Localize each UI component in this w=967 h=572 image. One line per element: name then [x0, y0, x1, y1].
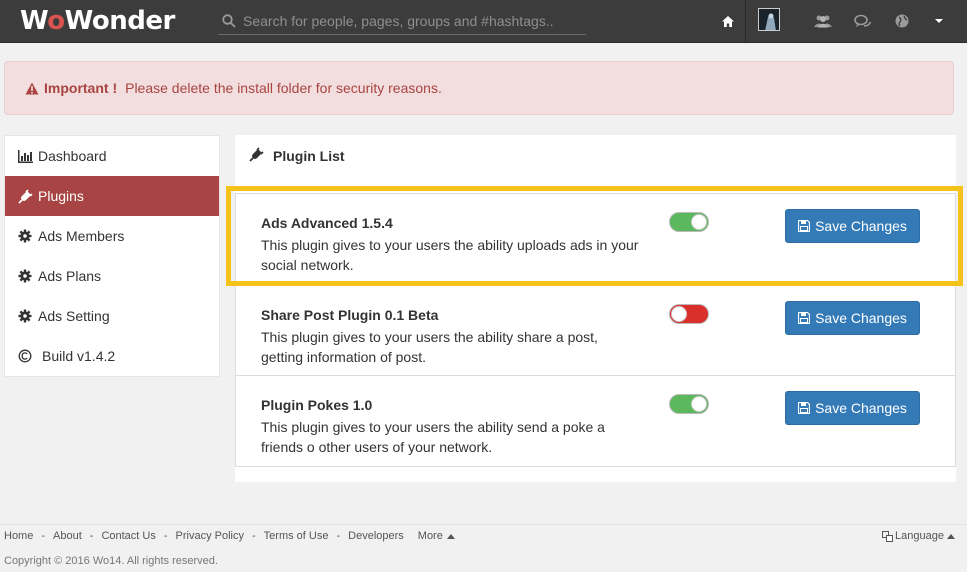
floppy-disk-icon: [798, 402, 811, 414]
top-navbar: WoWonder: [0, 0, 967, 43]
sidebar-item-ads-members[interactable]: Ads Members: [5, 216, 219, 256]
search-input[interactable]: [243, 13, 573, 29]
sidebar-item-plugins[interactable]: Plugins: [5, 176, 219, 216]
sidebar-item-label: Ads Setting: [38, 308, 110, 324]
plugin-name: Share Post Plugin 0.1 Beta: [261, 307, 439, 323]
logo-letter-w: W: [20, 6, 48, 36]
footer-link-developers[interactable]: Developers: [348, 530, 404, 542]
save-changes-label: Save Changes: [815, 218, 907, 234]
alert-title: Important !: [44, 80, 118, 96]
save-changes-button[interactable]: Save Changes: [785, 301, 920, 335]
language-label: Language: [895, 530, 944, 542]
caret-down-icon[interactable]: [928, 10, 950, 32]
plugin-name: Plugin Pokes 1.0: [261, 397, 373, 413]
plugin-card: Ads Advanced 1.5.4 This plugin gives to …: [235, 193, 956, 285]
footer-link-about[interactable]: About: [53, 530, 82, 542]
footer-divider: [0, 524, 967, 525]
footer-separator: -: [252, 530, 256, 542]
caret-up-icon: [946, 533, 955, 539]
security-alert: Important ! Please delete the install fo…: [4, 61, 954, 115]
warning-icon: [25, 82, 39, 94]
save-changes-label: Save Changes: [815, 310, 907, 326]
plugin-card: Share Post Plugin 0.1 Beta This plugin g…: [235, 285, 956, 377]
sidebar-item-label: Dashboard: [38, 148, 107, 164]
plugin-description: This plugin gives to your users the abil…: [261, 419, 605, 455]
floppy-disk-icon: [798, 312, 811, 324]
chat-icon[interactable]: [852, 10, 874, 32]
toggle-knob: [671, 306, 687, 322]
page-title: Plugin List: [249, 147, 345, 165]
language-selector[interactable]: Language: [882, 530, 955, 542]
search-icon: [222, 14, 236, 28]
sidebar-item-label: Plugins: [38, 188, 84, 204]
sidebar-item-label: Build v1.4.2: [42, 348, 116, 364]
logo-word-wonder: Wonder: [64, 6, 176, 36]
floppy-disk-icon: [798, 220, 811, 232]
language-icon: [882, 530, 893, 542]
plugin-list-panel: Plugin List Ads Advanced 1.5.4 This plug…: [235, 135, 956, 482]
nav-divider: [745, 0, 746, 43]
toggle-knob: [691, 214, 707, 230]
sidebar-item-label: Ads Members: [38, 228, 125, 244]
avatar[interactable]: [758, 8, 780, 31]
sidebar-item-build: Build v1.4.2: [5, 336, 219, 376]
sidebar-item-ads-plans[interactable]: Ads Plans: [5, 256, 219, 296]
site-logo[interactable]: WoWonder: [20, 6, 175, 36]
logo-letter-o: o: [47, 6, 65, 36]
sidebar-item-label: Ads Plans: [38, 268, 102, 284]
alert-message: Please delete the install folder for sec…: [125, 80, 442, 96]
plugin-card: Plugin Pokes 1.0 This plugin gives to yo…: [235, 375, 956, 467]
footer-link-home[interactable]: Home: [4, 530, 33, 542]
save-changes-button[interactable]: Save Changes: [785, 209, 920, 243]
sidebar-item-ads-setting[interactable]: Ads Setting: [5, 296, 219, 336]
users-icon[interactable]: [812, 10, 834, 32]
plugin-toggle[interactable]: [669, 212, 709, 232]
copyright-icon: [17, 348, 33, 364]
footer-links: Home - About - Contact Us - Privacy Poli…: [4, 530, 455, 542]
globe-icon[interactable]: [891, 10, 913, 32]
home-icon[interactable]: [717, 10, 739, 32]
footer-separator: -: [163, 530, 168, 542]
footer-link-contact[interactable]: Contact Us: [101, 530, 155, 542]
admin-sidebar: Dashboard Plugins Ads Members Ads Plans …: [4, 135, 220, 377]
save-changes-label: Save Changes: [815, 400, 907, 416]
plug-icon: [17, 188, 33, 204]
gear-icon: [17, 308, 33, 324]
plugin-toggle[interactable]: [669, 394, 709, 414]
plugin-description: This plugin gives to your users the abil…: [261, 237, 639, 273]
page-title-text: Plugin List: [273, 148, 345, 164]
sidebar-item-dashboard[interactable]: Dashboard: [5, 136, 219, 176]
plugin-name: Ads Advanced 1.5.4: [261, 215, 393, 231]
copyright-text: Copyright © 2016 Wo14. All rights reserv…: [4, 555, 218, 567]
gear-icon: [17, 268, 33, 284]
bar-chart-icon: [17, 148, 33, 164]
plugin-toggle[interactable]: [669, 304, 709, 324]
footer-link-terms[interactable]: Terms of Use: [264, 530, 329, 542]
gear-icon: [17, 228, 33, 244]
footer-separator: -: [336, 530, 341, 542]
footer-separator: -: [41, 530, 46, 542]
footer-separator: -: [89, 530, 94, 542]
toggle-knob: [691, 396, 707, 412]
footer-more[interactable]: More: [418, 530, 443, 542]
search-bar: [218, 8, 586, 35]
save-changes-button[interactable]: Save Changes: [785, 391, 920, 425]
plugin-description: This plugin gives to your users the abil…: [261, 329, 598, 365]
caret-up-icon[interactable]: [446, 533, 455, 539]
plug-icon: [249, 147, 264, 165]
footer-link-privacy[interactable]: Privacy Policy: [176, 530, 244, 542]
